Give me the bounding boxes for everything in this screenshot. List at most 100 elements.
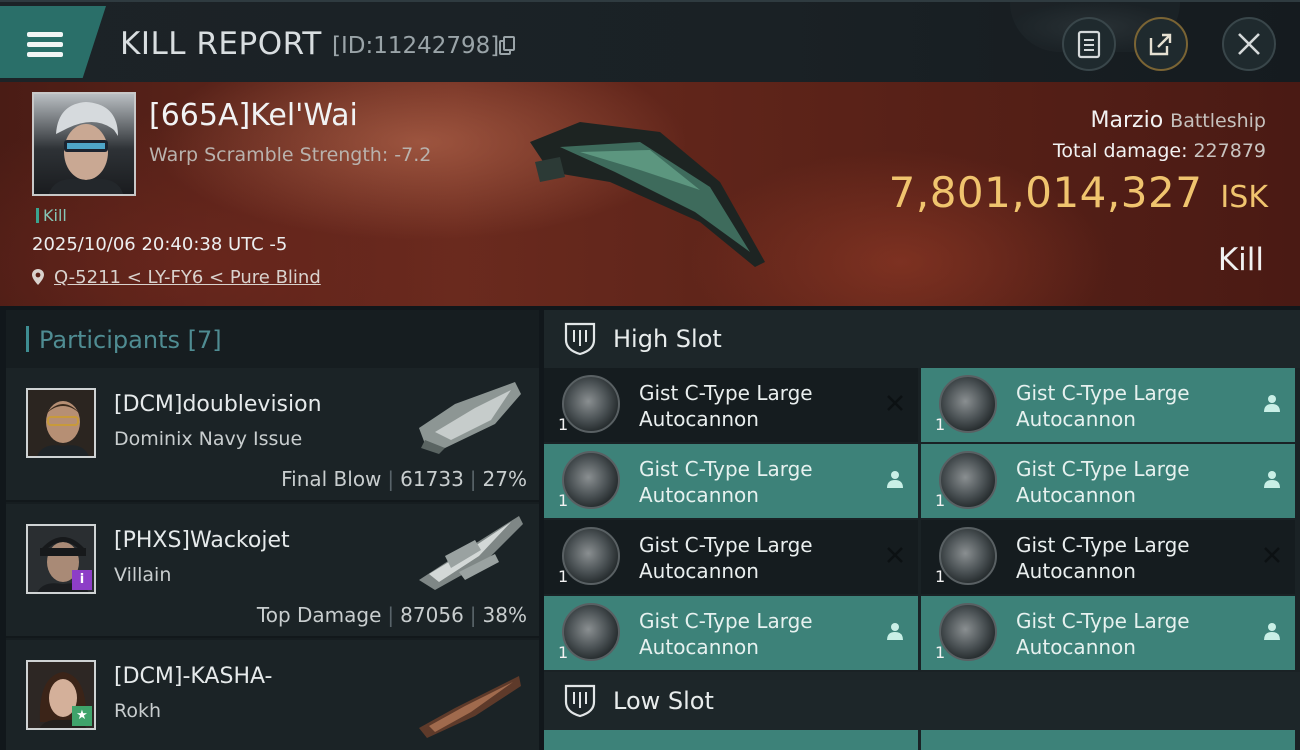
module-name: Gist C-Type Large Autocannon bbox=[1016, 533, 1190, 583]
module-name: Gist C-Type Large Autocannon bbox=[639, 609, 813, 659]
autocannon-icon bbox=[939, 451, 997, 509]
participants-title-text: Participants [7] bbox=[39, 326, 222, 354]
kill-location[interactable]: Q-5211 < LY-FY6 < Pure Blind bbox=[32, 267, 321, 288]
menu-button[interactable] bbox=[0, 6, 106, 78]
dropped-person-icon bbox=[1264, 471, 1280, 488]
module-quantity: 1 bbox=[935, 491, 946, 510]
dropped-person-icon bbox=[887, 623, 903, 640]
participants-title: Participants [7] bbox=[26, 326, 222, 354]
fitting-panel: High Slot 1 Gist C-Type Large Autocannon … bbox=[544, 310, 1300, 750]
victim-avatar[interactable] bbox=[32, 92, 136, 196]
participant-ship-image bbox=[419, 516, 523, 590]
module-item[interactable]: 1 Gist C-Type Large Autocannon bbox=[544, 444, 918, 518]
kill-tag-label: Kill bbox=[43, 206, 67, 225]
participant-percent: 38% bbox=[482, 603, 527, 627]
dropped-person-icon bbox=[1264, 395, 1280, 412]
module-item[interactable]: 1 Gist C-Type Large Autocannon bbox=[921, 596, 1295, 670]
menu-icon bbox=[27, 32, 63, 58]
module-name: Gist C-Type Large Autocannon bbox=[639, 381, 813, 431]
participant-ship-image bbox=[419, 676, 521, 738]
result-label: Kill bbox=[1217, 242, 1264, 278]
share-button[interactable] bbox=[1134, 17, 1188, 71]
module-name: Gist C-Type Large Autocannon bbox=[639, 457, 813, 507]
clipboard-button[interactable] bbox=[1062, 17, 1116, 71]
participant-name[interactable]: [PHXS]Wackojet bbox=[114, 528, 290, 553]
module-quantity: 1 bbox=[558, 643, 569, 662]
kill-tag: Kill bbox=[36, 206, 67, 225]
participant-damage: 61733 bbox=[400, 467, 464, 491]
module-item-partial[interactable] bbox=[921, 730, 1295, 750]
victim-ship-image bbox=[530, 122, 765, 267]
destroyed-x-icon bbox=[1264, 547, 1280, 563]
location-link[interactable]: Q-5211 < LY-FY6 < Pure Blind bbox=[54, 267, 321, 288]
module-quantity: 1 bbox=[558, 567, 569, 586]
autocannon-icon bbox=[562, 451, 620, 509]
participant-stats: Top Damage | 87056 | 38% bbox=[256, 603, 527, 627]
module-name: Gist C-Type Large Autocannon bbox=[639, 533, 813, 583]
participant-role: Top Damage bbox=[256, 603, 382, 627]
page-title: KILL REPORT bbox=[120, 26, 322, 62]
victim-name[interactable]: [665A]Kel'Wai bbox=[149, 98, 358, 133]
avatar[interactable] bbox=[26, 388, 96, 458]
total-damage: Total damage: 227879 bbox=[1053, 140, 1266, 162]
victim-ship: Marzio Battleship bbox=[1091, 108, 1266, 133]
module-item[interactable]: 1 Gist C-Type Large Autocannon bbox=[921, 444, 1295, 518]
avatar[interactable]: ★ bbox=[26, 660, 96, 730]
autocannon-icon bbox=[939, 527, 997, 585]
module-quantity: 1 bbox=[935, 567, 946, 586]
close-icon bbox=[1238, 33, 1260, 55]
module-name: Gist C-Type Large Autocannon bbox=[1016, 381, 1190, 431]
participants-panel: Participants [7] [DCM]doublevision Domin… bbox=[6, 310, 539, 750]
participant-row[interactable]: ★ [DCM]-KASHA- Rokh bbox=[6, 640, 539, 750]
participant-ship-image bbox=[419, 382, 521, 454]
module-quantity: 1 bbox=[558, 491, 569, 510]
module-name: Gist C-Type Large Autocannon bbox=[1016, 457, 1190, 507]
report-id: [ID:11242798] bbox=[332, 33, 500, 59]
total-damage-label: Total damage: bbox=[1053, 140, 1188, 162]
participant-damage: 87056 bbox=[400, 603, 464, 627]
autocannon-icon bbox=[562, 527, 620, 585]
module-item-partial[interactable] bbox=[544, 730, 918, 750]
participant-stats: Final Blow | 61733 | 27% bbox=[281, 467, 527, 491]
victim-ship-class: Battleship bbox=[1170, 110, 1266, 132]
participant-name[interactable]: [DCM]doublevision bbox=[114, 392, 322, 417]
participant-ship: Rokh bbox=[114, 700, 162, 722]
avatar[interactable]: i bbox=[26, 524, 96, 594]
module-name: Gist C-Type Large Autocannon bbox=[1016, 609, 1190, 659]
close-button[interactable] bbox=[1222, 17, 1276, 71]
module-item[interactable]: 1 Gist C-Type Large Autocannon bbox=[544, 368, 918, 442]
isk-amount: 7,801,014,327 bbox=[888, 168, 1203, 217]
participant-name[interactable]: [DCM]-KASHA- bbox=[114, 664, 273, 689]
high-slot-label: High Slot bbox=[613, 325, 722, 353]
low-slot-header: Low Slot bbox=[544, 672, 1300, 730]
warp-scramble-strength: Warp Scramble Strength: -7.2 bbox=[149, 144, 432, 166]
kill-report-header: KILL REPORT [ID:11242798] bbox=[0, 0, 1300, 82]
module-item[interactable]: 1 Gist C-Type Large Autocannon bbox=[921, 520, 1295, 594]
share-icon bbox=[1149, 33, 1172, 56]
shield-slot-icon bbox=[564, 322, 596, 356]
participant-role: Final Blow bbox=[281, 467, 382, 491]
dropped-person-icon bbox=[887, 471, 903, 488]
module-quantity: 1 bbox=[935, 415, 946, 434]
shield-slot-icon bbox=[564, 684, 596, 718]
module-item[interactable]: 1 Gist C-Type Large Autocannon bbox=[544, 520, 918, 594]
kill-datetime: 2025/10/06 20:40:38 UTC -5 bbox=[32, 234, 288, 255]
isk-value: 7,801,014,327 ISK bbox=[889, 168, 1268, 217]
autocannon-icon bbox=[562, 603, 620, 661]
participant-ship: Dominix Navy Issue bbox=[114, 428, 303, 450]
module-item[interactable]: 1 Gist C-Type Large Autocannon bbox=[544, 596, 918, 670]
participant-ship: Villain bbox=[114, 564, 172, 586]
destroyed-x-icon bbox=[887, 395, 903, 411]
participant-percent: 27% bbox=[482, 467, 527, 491]
dropped-person-icon bbox=[1264, 623, 1280, 640]
victim-banner: [665A]Kel'Wai Warp Scramble Strength: -7… bbox=[0, 82, 1300, 306]
module-quantity: 1 bbox=[935, 643, 946, 662]
participant-row[interactable]: i [PHXS]Wackojet Villain Top Damage | 8705… bbox=[6, 504, 539, 638]
module-item[interactable]: 1 Gist C-Type Large Autocannon bbox=[921, 368, 1295, 442]
copy-icon[interactable] bbox=[499, 36, 516, 56]
participant-row[interactable]: [DCM]doublevision Dominix Navy Issue Fin… bbox=[6, 368, 539, 502]
total-damage-value: 227879 bbox=[1193, 140, 1266, 162]
autocannon-icon bbox=[939, 603, 997, 661]
low-slot-label: Low Slot bbox=[613, 687, 714, 715]
destroyed-x-icon bbox=[887, 547, 903, 563]
